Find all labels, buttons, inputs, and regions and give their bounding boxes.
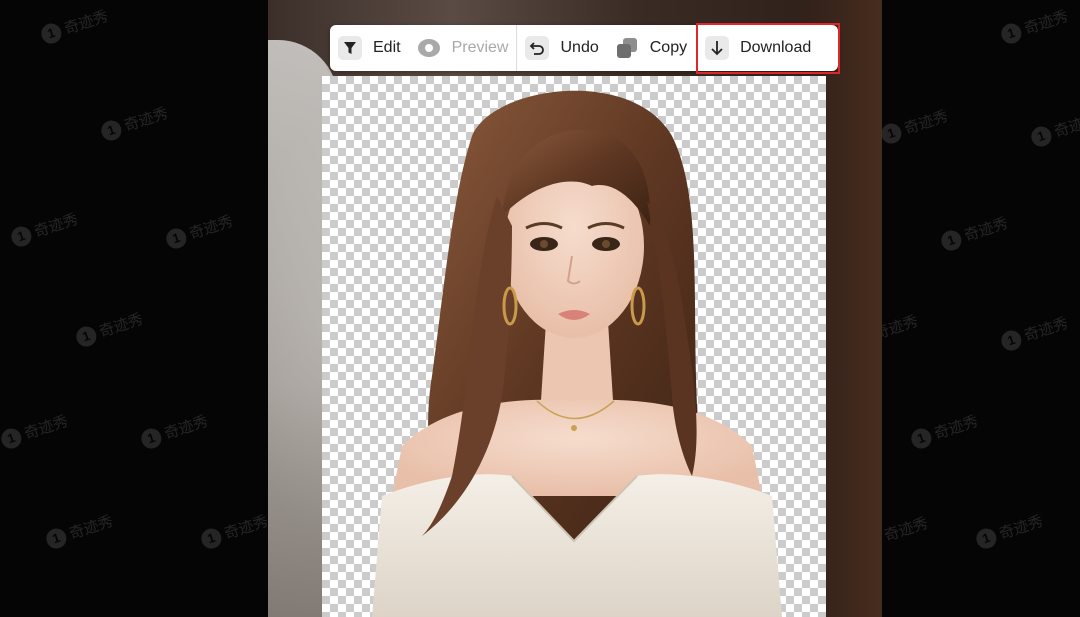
copy-button[interactable]: Copy	[607, 25, 695, 71]
eye-icon	[417, 36, 441, 60]
watermark: 1奇迹秀	[998, 312, 1070, 353]
undo-button[interactable]: Undo	[517, 25, 606, 71]
copy-label: Copy	[649, 39, 688, 56]
watermark: 1奇迹秀	[0, 410, 71, 451]
watermark: 1奇迹秀	[98, 102, 170, 143]
preview-label: Preview	[451, 39, 509, 56]
watermark: 1奇迹秀	[1028, 108, 1080, 149]
watermark: 1奇迹秀	[938, 212, 1010, 253]
watermark: 1奇迹秀	[43, 510, 115, 551]
edit-label: Edit	[373, 39, 401, 56]
watermark: 1奇迹秀	[8, 208, 80, 249]
watermark: 1奇迹秀	[973, 510, 1045, 551]
undo-label: Undo	[560, 39, 599, 56]
watermark: 1奇迹秀	[138, 410, 210, 451]
watermark: 1奇迹秀	[878, 105, 950, 146]
edit-button[interactable]: Edit	[330, 25, 409, 71]
watermark: 1奇迹秀	[998, 5, 1070, 46]
watermark: 1奇迹秀	[73, 308, 145, 349]
download-highlight-box	[696, 23, 840, 74]
cutout-portrait[interactable]	[322, 76, 826, 617]
watermark: 1奇迹秀	[908, 410, 980, 451]
copy-icon	[615, 36, 639, 60]
watermark: 1奇迹秀	[198, 510, 270, 551]
preview-button[interactable]: Preview	[409, 25, 517, 71]
filter-icon	[338, 36, 362, 60]
watermark: 1奇迹秀	[38, 5, 110, 46]
watermark: 1奇迹秀	[163, 210, 235, 251]
undo-icon	[525, 36, 550, 60]
